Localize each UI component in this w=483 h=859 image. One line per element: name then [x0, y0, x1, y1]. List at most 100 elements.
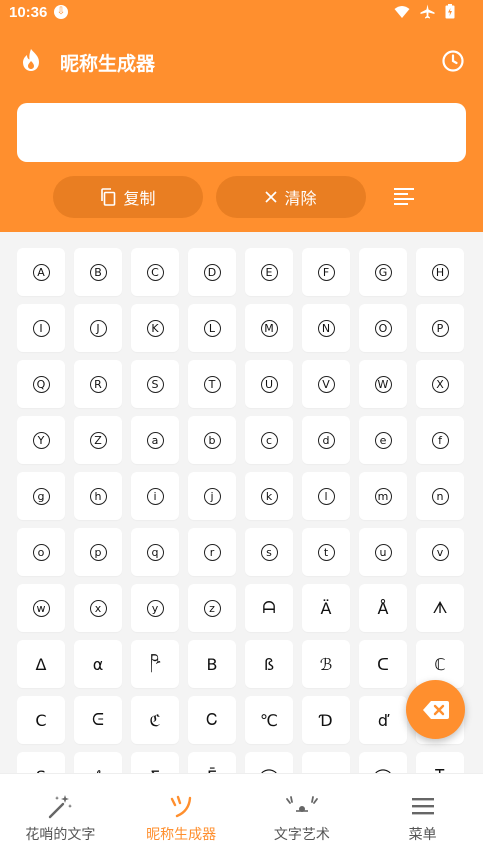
symbol-cell[interactable]: j: [188, 472, 236, 520]
symbol-cell[interactable]: S: [17, 752, 65, 773]
symbol-cell[interactable]: U: [245, 360, 293, 408]
symbol-cell[interactable]: J: [74, 304, 122, 352]
symbol-glyph: ℃: [260, 710, 278, 730]
symbol-cell[interactable]: d: [302, 416, 350, 464]
symbol-glyph: ℂ: [434, 654, 446, 674]
symbol-glyph: F: [317, 263, 335, 281]
symbol-cell[interactable]: α: [74, 640, 122, 688]
symbol-cell[interactable]: W: [359, 360, 407, 408]
symbol-cell[interactable]: E: [245, 248, 293, 296]
symbol-cell[interactable]: C: [17, 696, 65, 744]
symbol-cell[interactable]: w: [17, 584, 65, 632]
symbol-cell[interactable]: s: [245, 528, 293, 576]
symbol-cell[interactable]: K: [131, 304, 179, 352]
nav-nickname-generator[interactable]: 昵称生成器: [121, 774, 242, 859]
symbol-cell[interactable]: H: [416, 248, 464, 296]
symbol-cell[interactable]: ᗑ: [416, 584, 464, 632]
symbol-cell[interactable]: z: [188, 584, 236, 632]
symbol-cell[interactable]: f: [416, 416, 464, 464]
symbol-cell[interactable]: P: [416, 304, 464, 352]
symbol-cell[interactable]: ℬ: [302, 640, 350, 688]
symbol-cell[interactable]: Ꮯ: [188, 696, 236, 744]
symbol-cell[interactable]: Y: [17, 416, 65, 464]
symbol-glyph: k: [260, 487, 278, 505]
symbol-cell[interactable]: ℃: [245, 696, 293, 744]
symbol-cell[interactable]: r: [188, 528, 236, 576]
symbol-cell[interactable]: Σ: [131, 752, 179, 773]
backspace-fab[interactable]: [406, 680, 465, 739]
nav-fancy-text[interactable]: 花哨的文字: [0, 774, 121, 859]
symbol-cell[interactable]: ཥ: [131, 640, 179, 688]
symbol-cell[interactable]: i: [131, 472, 179, 520]
symbol-cell[interactable]: ᑕ: [359, 640, 407, 688]
symbol-cell[interactable]: ᕮ: [74, 696, 122, 744]
symbol-cell[interactable]: ᗩ: [245, 584, 293, 632]
text-align-button[interactable]: [392, 186, 416, 208]
symbol-cell[interactable]: V: [302, 360, 350, 408]
symbol-cell[interactable]: [302, 752, 350, 773]
symbol-cell[interactable]: a: [131, 416, 179, 464]
symbol-cell[interactable]: ß: [245, 640, 293, 688]
symbol-cell[interactable]: y: [131, 584, 179, 632]
symbol-glyph: G: [374, 263, 392, 281]
symbol-cell[interactable]: h: [74, 472, 122, 520]
symbol-cell[interactable]: p: [74, 528, 122, 576]
symbol-glyph: ᗩ: [262, 598, 276, 617]
symbol-cell[interactable]: l: [302, 472, 350, 520]
symbol-cell[interactable]: S: [131, 360, 179, 408]
symbol-cell[interactable]: u: [359, 528, 407, 576]
symbol-cell[interactable]: e: [359, 416, 407, 464]
symbol-cell[interactable]: o: [17, 528, 65, 576]
symbol-glyph: O: [374, 319, 392, 337]
symbol-cell[interactable]: L: [188, 304, 236, 352]
symbol-cell[interactable]: ℓ: [74, 752, 122, 773]
symbol-cell[interactable]: Q: [17, 360, 65, 408]
nickname-input[interactable]: [17, 103, 466, 162]
smiley-tsu-icon: [168, 792, 194, 820]
symbol-cell[interactable]: D: [188, 248, 236, 296]
nav-text-art[interactable]: 文字艺术: [242, 774, 363, 859]
symbol-cell[interactable]: k: [245, 472, 293, 520]
symbol-cell[interactable]: G: [359, 248, 407, 296]
symbol-glyph: V: [317, 375, 335, 393]
symbol-cell[interactable]: Ꮖ: [416, 752, 464, 773]
symbol-cell[interactable]: Δ: [17, 640, 65, 688]
symbol-cell[interactable]: x: [74, 584, 122, 632]
symbol-cell[interactable]: t: [302, 528, 350, 576]
symbol-cell[interactable]: b: [188, 416, 236, 464]
copy-button[interactable]: 复制: [53, 176, 203, 218]
symbol-cell[interactable]: ⌒: [359, 752, 407, 773]
symbol-cell[interactable]: Z: [74, 416, 122, 464]
symbol-cell[interactable]: O: [359, 304, 407, 352]
symbol-cell[interactable]: Ɗ: [302, 696, 350, 744]
symbol-cell[interactable]: X: [416, 360, 464, 408]
symbol-cell[interactable]: F: [302, 248, 350, 296]
symbol-cell[interactable]: v: [416, 528, 464, 576]
symbol-cell[interactable]: M: [245, 304, 293, 352]
nav-menu[interactable]: 菜单: [362, 774, 483, 859]
symbol-cell[interactable]: A: [17, 248, 65, 296]
symbol-cell[interactable]: ℭ: [131, 696, 179, 744]
symbol-cell[interactable]: B: [188, 640, 236, 688]
symbol-cell[interactable]: Ē: [188, 752, 236, 773]
status-bar: 10:36 ⇩: [0, 0, 483, 26]
symbol-cell[interactable]: m: [359, 472, 407, 520]
symbol-cell[interactable]: R: [74, 360, 122, 408]
symbol-cell[interactable]: n: [416, 472, 464, 520]
symbol-cell[interactable]: T: [188, 360, 236, 408]
symbol-cell[interactable]: g: [17, 472, 65, 520]
clear-button[interactable]: 清除: [216, 176, 366, 218]
airplane-mode-icon: [420, 4, 435, 23]
symbol-cell[interactable]: Å: [359, 584, 407, 632]
symbol-cell[interactable]: B: [74, 248, 122, 296]
symbol-glyph: ཥ: [150, 649, 160, 669]
symbol-cell[interactable]: ⌒: [245, 752, 293, 773]
symbol-cell[interactable]: C: [131, 248, 179, 296]
symbol-cell[interactable]: I: [17, 304, 65, 352]
symbol-cell[interactable]: c: [245, 416, 293, 464]
symbol-cell[interactable]: Ä: [302, 584, 350, 632]
symbol-cell[interactable]: q: [131, 528, 179, 576]
history-button[interactable]: [440, 48, 466, 74]
symbol-cell[interactable]: ď: [359, 696, 407, 744]
symbol-cell[interactable]: N: [302, 304, 350, 352]
